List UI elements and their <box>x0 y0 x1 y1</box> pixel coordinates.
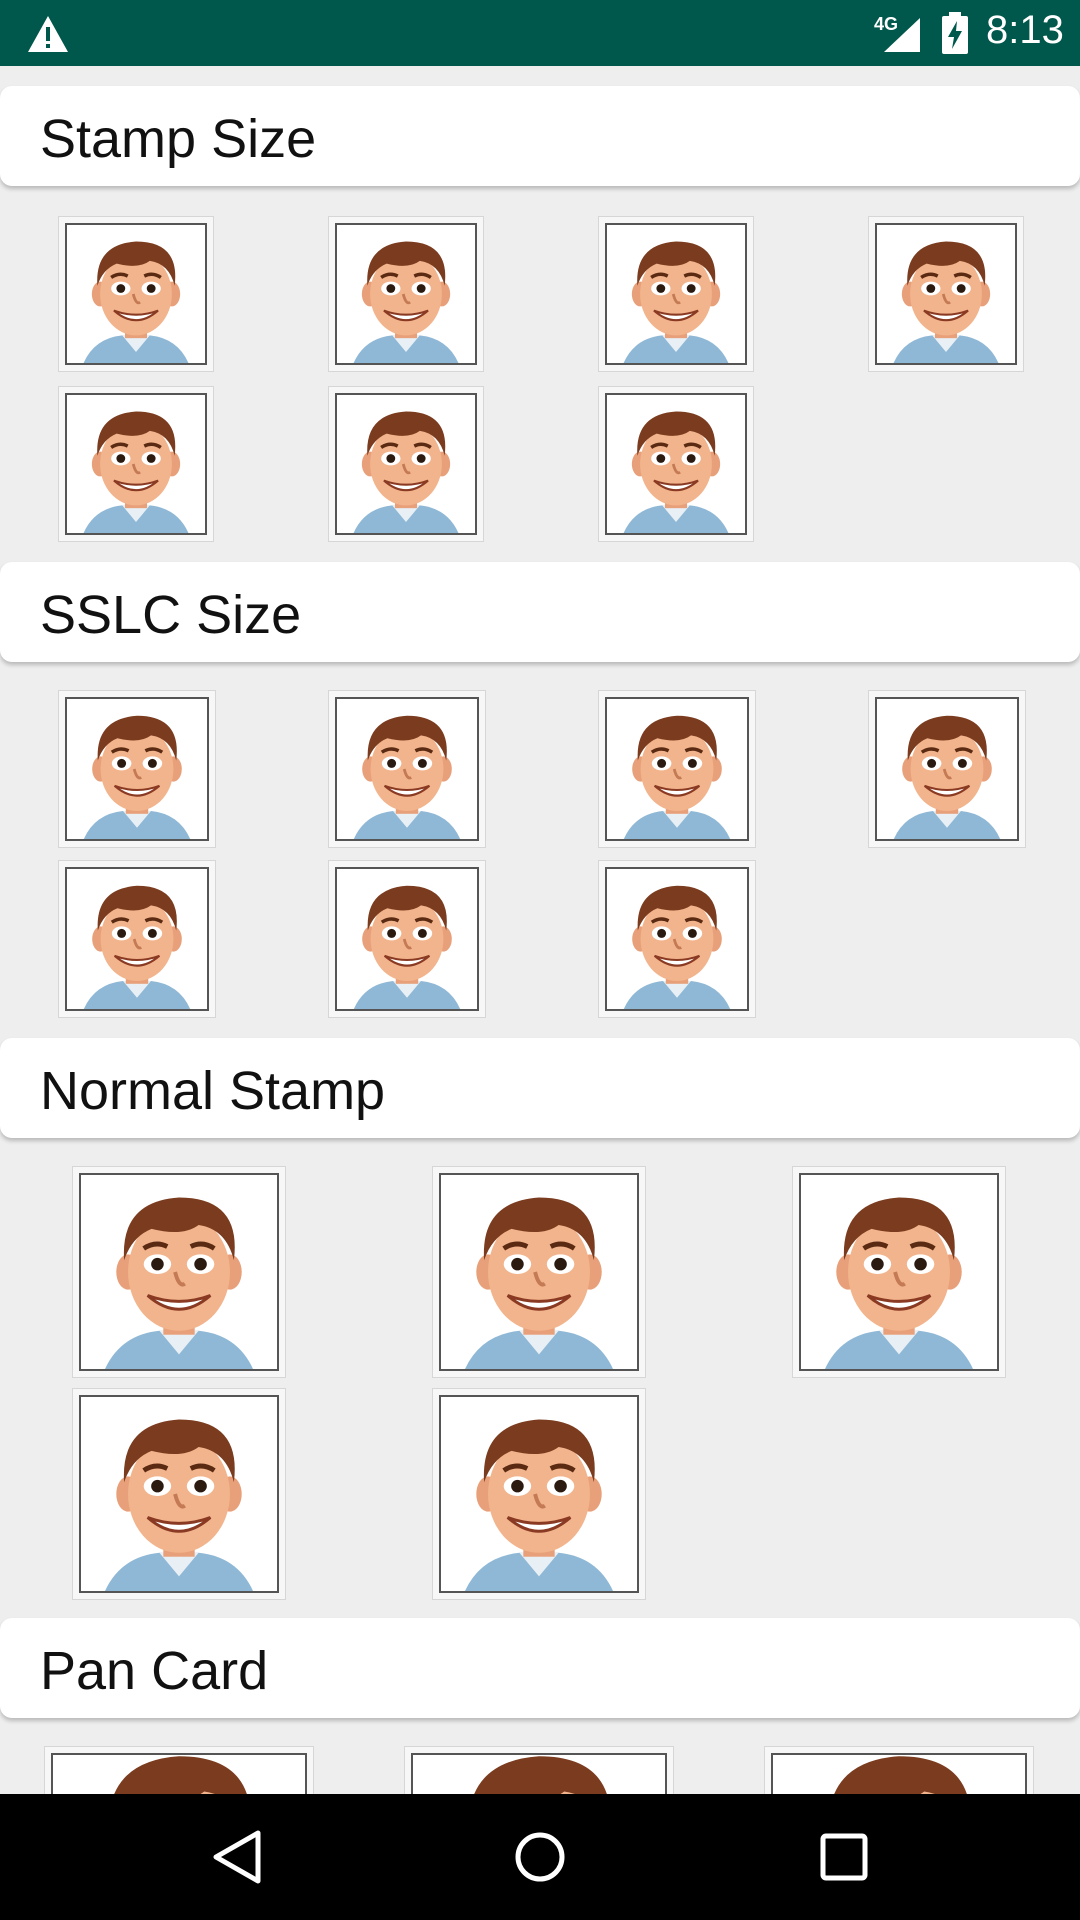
photo-thumbnail[interactable] <box>404 1746 674 1794</box>
cartoon-face-photo <box>335 223 477 365</box>
section-header-pan-card[interactable]: Pan Card <box>0 1618 1080 1718</box>
photo-size-list[interactable]: Stamp Size SSLC Size Normal Stamp Pan Ca… <box>0 66 1080 1794</box>
photo-thumbnail[interactable] <box>598 216 754 372</box>
battery-charging-icon <box>942 12 968 54</box>
photo-thumbnail[interactable] <box>72 1388 286 1600</box>
photo-thumbnail[interactable] <box>328 386 484 542</box>
photo-thumbnail[interactable] <box>432 1388 646 1600</box>
section-title: Normal Stamp <box>40 1061 386 1121</box>
photo-thumbnail[interactable] <box>432 1166 646 1378</box>
warning-icon <box>28 16 68 52</box>
home-icon[interactable] <box>512 1829 568 1885</box>
cartoon-face-photo <box>799 1173 999 1371</box>
status-bar: 4G 8:13 <box>0 0 1080 66</box>
back-icon[interactable] <box>210 1829 266 1885</box>
signal-icon <box>884 18 920 52</box>
cartoon-face-photo <box>875 697 1019 841</box>
photo-thumbnail[interactable] <box>868 216 1024 372</box>
photo-thumbnail[interactable] <box>58 386 214 542</box>
photo-thumbnail[interactable] <box>764 1746 1034 1794</box>
photo-thumbnail[interactable] <box>44 1746 314 1794</box>
photo-thumbnail[interactable] <box>868 690 1026 848</box>
section-title: Stamp Size <box>40 109 317 169</box>
cartoon-face-photo <box>771 1753 1027 1794</box>
photo-thumbnail[interactable] <box>328 216 484 372</box>
photo-thumbnail[interactable] <box>598 386 754 542</box>
photo-thumbnail[interactable] <box>58 216 214 372</box>
cartoon-face-photo <box>79 1173 279 1371</box>
section-title: SSLC Size <box>40 585 302 645</box>
cartoon-face-photo <box>51 1753 307 1794</box>
section-header-stamp-size[interactable]: Stamp Size <box>0 86 1080 186</box>
photo-thumbnail[interactable] <box>58 690 216 848</box>
cartoon-face-photo <box>439 1395 639 1593</box>
section-header-normal-stamp[interactable]: Normal Stamp <box>0 1038 1080 1138</box>
cartoon-face-photo <box>411 1753 667 1794</box>
photo-thumbnail[interactable] <box>328 690 486 848</box>
cartoon-face-photo <box>335 867 479 1011</box>
cartoon-face-photo <box>335 697 479 841</box>
navigation-bar <box>0 1794 1080 1920</box>
section-header-sslc-size[interactable]: SSLC Size <box>0 562 1080 662</box>
clock: 8:13 <box>986 8 1064 52</box>
cartoon-face-photo <box>875 223 1017 365</box>
cartoon-face-photo <box>65 393 207 535</box>
cartoon-face-photo <box>79 1395 279 1593</box>
section-title: Pan Card <box>40 1641 269 1701</box>
cartoon-face-photo <box>65 697 209 841</box>
photo-thumbnail[interactable] <box>792 1166 1006 1378</box>
cartoon-face-photo <box>65 867 209 1011</box>
cartoon-face-photo <box>605 393 747 535</box>
cartoon-face-photo <box>439 1173 639 1371</box>
recents-icon[interactable] <box>818 1831 870 1883</box>
cartoon-face-photo <box>605 867 749 1011</box>
photo-thumbnail[interactable] <box>72 1166 286 1378</box>
cartoon-face-photo <box>335 393 477 535</box>
photo-thumbnail[interactable] <box>328 860 486 1018</box>
cartoon-face-photo <box>605 697 749 841</box>
photo-thumbnail[interactable] <box>58 860 216 1018</box>
photo-thumbnail[interactable] <box>598 860 756 1018</box>
cartoon-face-photo <box>65 223 207 365</box>
photo-thumbnail[interactable] <box>598 690 756 848</box>
cartoon-face-photo <box>605 223 747 365</box>
